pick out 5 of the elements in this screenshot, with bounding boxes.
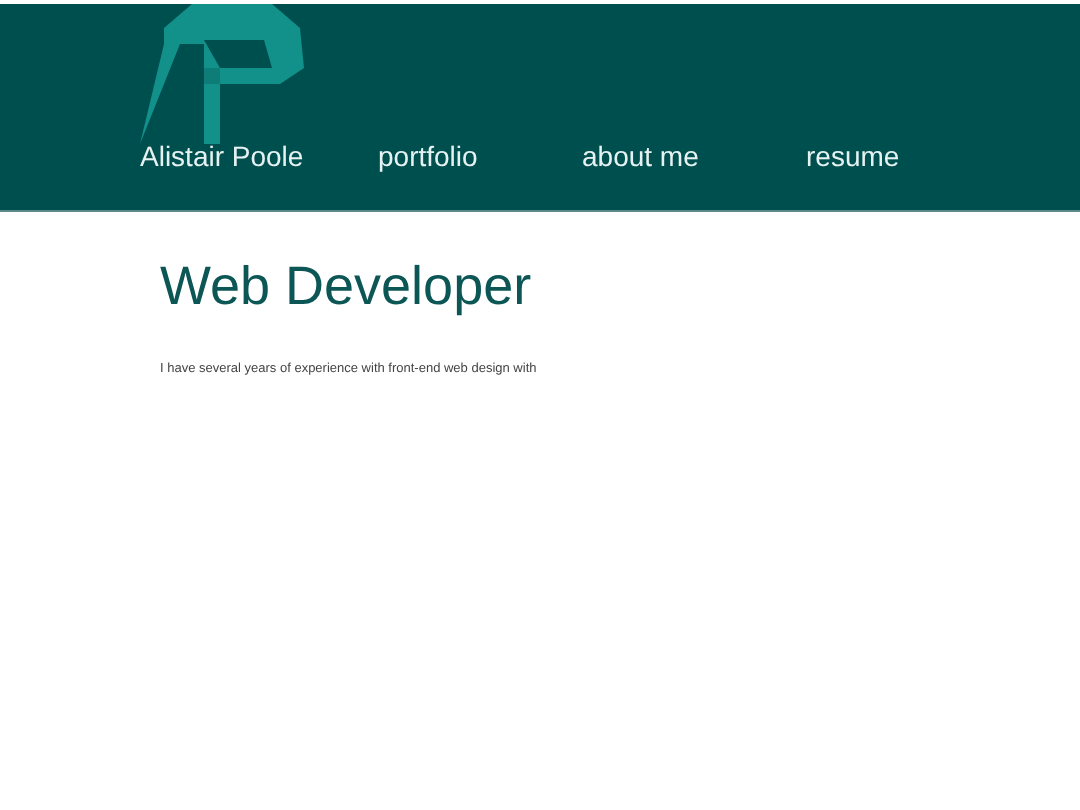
page-title: Web Developer [160, 256, 534, 318]
nav-link[interactable]: portfolio [378, 140, 582, 172]
nav-link[interactable]: Alistair Poole [140, 140, 378, 172]
nav-link[interactable]: about me [582, 140, 806, 172]
nav-link[interactable]: resume [806, 140, 926, 172]
